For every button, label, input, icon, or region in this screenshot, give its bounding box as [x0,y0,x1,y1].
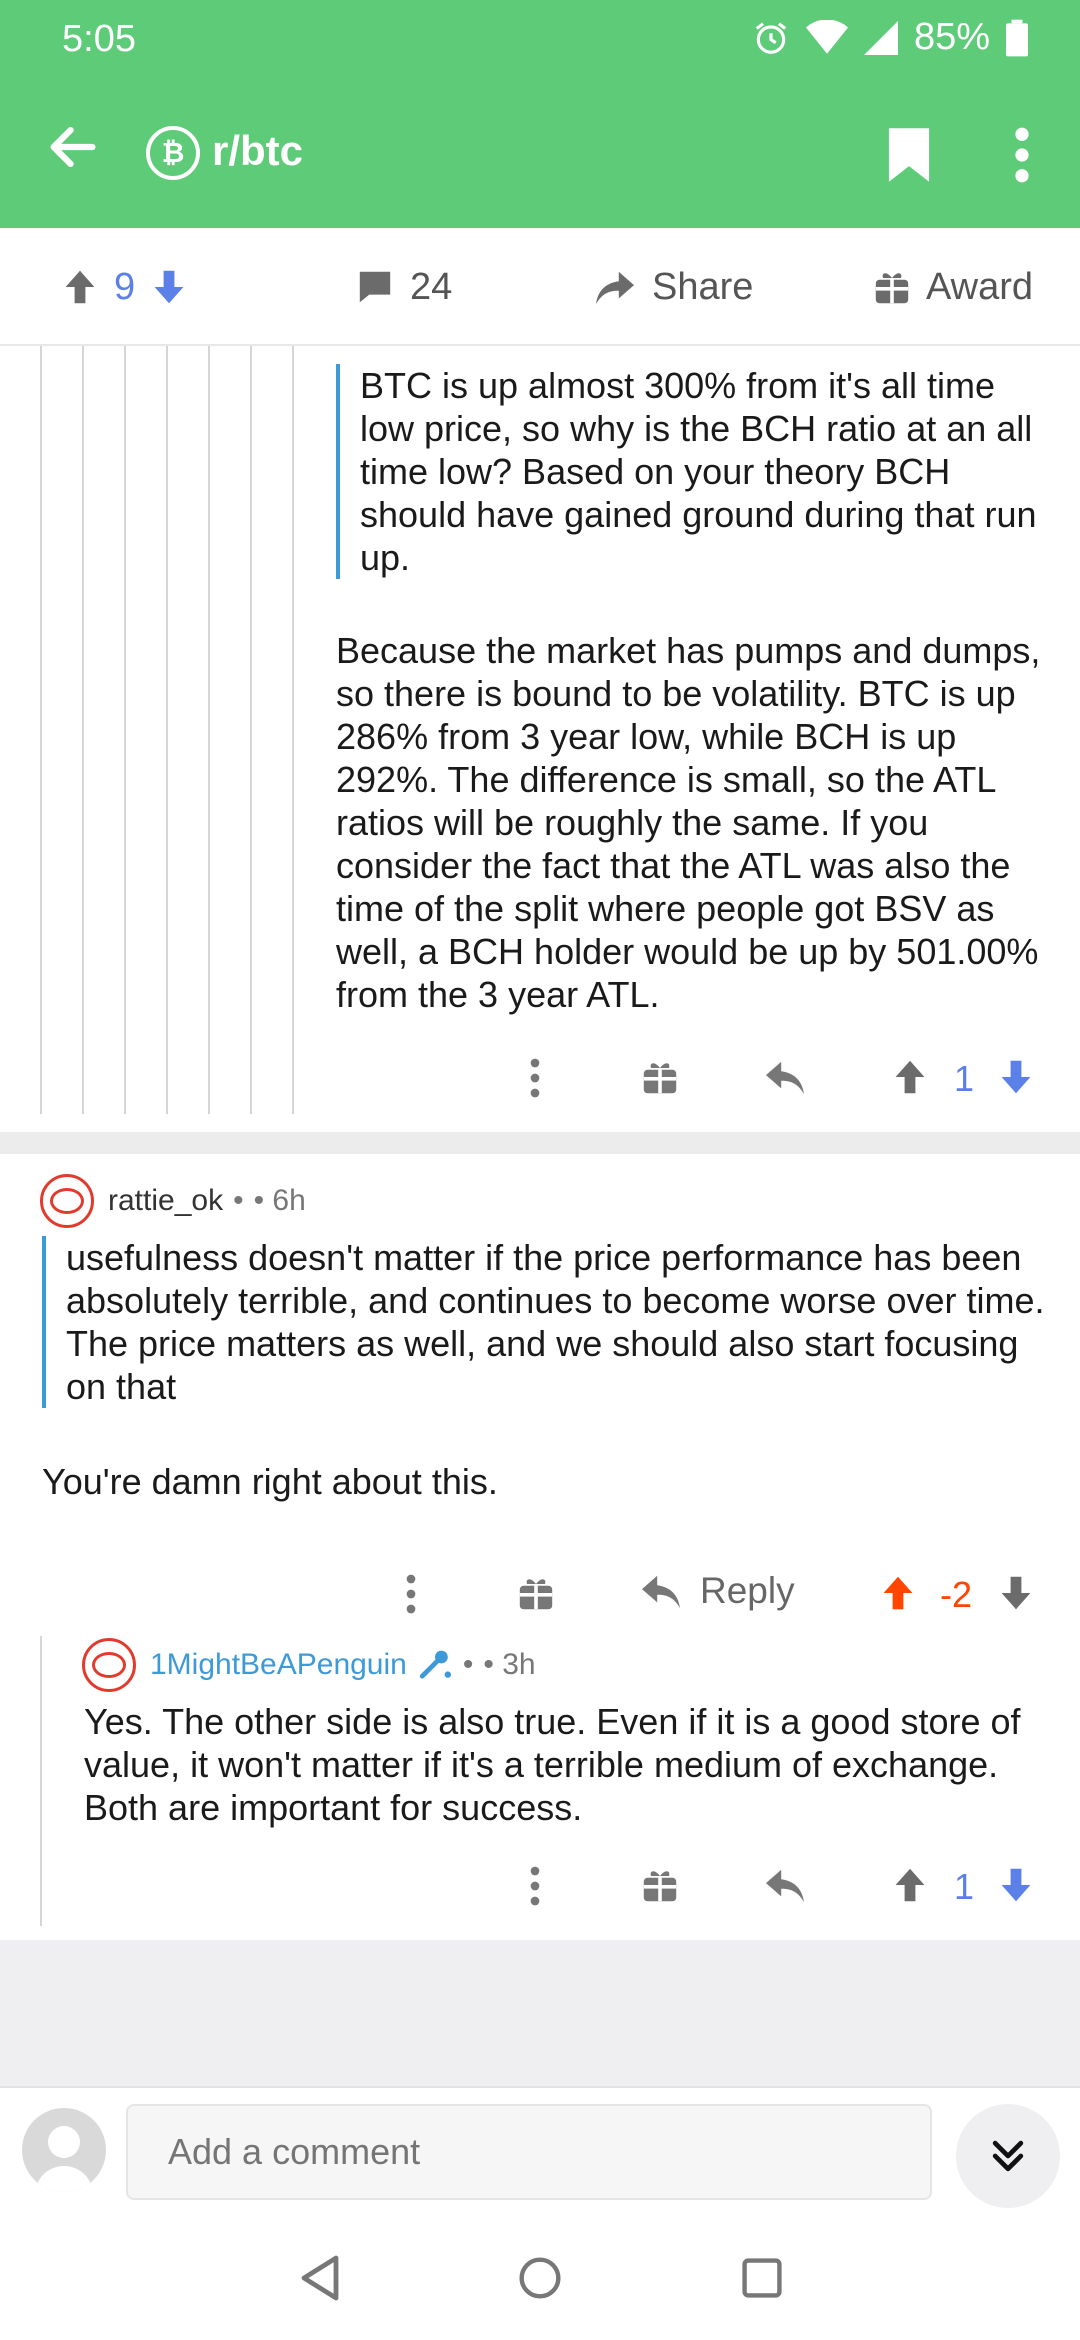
comment-score: -2 [940,1574,973,1615]
gift-icon [875,273,909,304]
award-button[interactable]: Award [874,228,1033,346]
double-chevron-down-icon [992,2140,1024,2172]
thread-line [208,346,210,1114]
share-label: Share [652,265,754,308]
downvote-icon[interactable] [151,269,187,305]
upvote-icon[interactable] [892,1866,928,1904]
comment-body: Because the market has pumps and dumps, … [336,630,1041,1015]
downvote-icon[interactable] [998,1058,1034,1096]
reply-icon[interactable] [764,1866,806,1904]
comment-input[interactable] [126,2104,932,2200]
thread-line [166,346,168,1114]
app-header: 5:05 85% ₿ r/btc [0,0,1080,228]
comment-count: 24 [410,265,453,308]
thread-line [40,346,42,1114]
jump-down-button[interactable] [956,2104,1060,2208]
more-options-icon[interactable] [406,1574,416,1614]
avatar[interactable] [82,1638,136,1692]
default-avatar-icon [36,2126,92,2192]
gift-icon[interactable] [642,1866,678,1904]
status-time: 5:05 [62,18,136,60]
nav-recents-icon[interactable] [740,2256,784,2300]
bitcoin-icon: ₿ [146,126,200,180]
award-label: Award [926,265,1034,308]
battery-percent: 85% [913,16,990,58]
comment-time: • 6h [253,1184,306,1217]
wrench-icon [419,1650,451,1679]
comment-actions: 1 [0,1856,1080,1916]
downvote-icon[interactable] [998,1866,1034,1904]
thread-line [250,346,252,1114]
comment-time: • 3h [483,1648,536,1681]
reply-icon [642,1575,680,1609]
gift-icon[interactable] [518,1574,554,1612]
comment-quote: usefulness doesn't matter if the price p… [42,1236,1062,1408]
reply-button[interactable]: Reply [640,1570,795,1612]
meta-separator: • [462,1648,474,1681]
comment-score: 1 [954,1058,975,1099]
thread-line [292,346,294,1114]
comment-icon [359,271,391,303]
more-options-icon[interactable] [1010,126,1034,184]
share-button[interactable]: Share [594,228,753,346]
status-icons: 85% [752,16,1028,59]
post-score: 9 [114,265,136,308]
comment-body: Yes. The other side is also true. Even i… [84,1701,1021,1828]
comment-header: rattie_ok • • 6h [108,1184,306,1218]
nav-home-icon[interactable] [518,2256,562,2300]
comments-button[interactable]: 24 [356,228,452,346]
share-icon [596,271,634,305]
upvote-icon[interactable] [892,1058,928,1096]
reply-icon[interactable] [764,1058,806,1096]
comment: BTC is up almost 300% from it's all time… [336,364,1062,1016]
back-arrow-icon[interactable] [44,118,102,176]
alarm-icon [755,21,787,54]
username[interactable]: rattie_ok [108,1184,223,1218]
post-action-bar: 9 24 Share Award [0,228,1080,346]
comment-header: 1MightBeAPenguin • • 3h [150,1648,536,1682]
bookmark-icon[interactable] [886,126,932,184]
more-options-icon[interactable] [530,1866,540,1906]
user-avatar[interactable] [22,2108,106,2192]
signal-icon [863,20,898,55]
wifi-icon [805,19,848,54]
thread-line [124,346,126,1114]
thread-line [82,346,84,1114]
nav-back-icon[interactable] [298,2254,342,2302]
subreddit-name[interactable]: r/btc [212,127,303,175]
meta-separator: • [233,1184,244,1217]
battery-icon [1006,19,1028,56]
system-nav-bar [0,2216,1080,2340]
post-vote-group: 9 [62,228,187,346]
upvote-icon[interactable] [880,1574,916,1612]
comment-quote: BTC is up almost 300% from it's all time… [336,364,1056,579]
comment-thread: BTC is up almost 300% from it's all time… [0,346,1080,1940]
downvote-icon[interactable] [998,1574,1034,1612]
more-options-icon[interactable] [530,1058,540,1098]
comment-actions: Reply -2 [0,1564,1080,1624]
comment-score: 1 [954,1866,975,1907]
avatar[interactable] [40,1174,94,1228]
comment-body: You're damn right about this. [42,1461,498,1502]
gift-icon[interactable] [642,1058,678,1096]
upvote-icon[interactable] [62,269,98,305]
comment-composer [0,2086,1080,2216]
divider [0,1132,1080,1154]
comment-actions: 1 [0,1048,1080,1108]
username[interactable]: 1MightBeAPenguin [150,1648,407,1682]
reply-label: Reply [700,1570,795,1611]
thread-end-spacer [0,1940,1080,2086]
